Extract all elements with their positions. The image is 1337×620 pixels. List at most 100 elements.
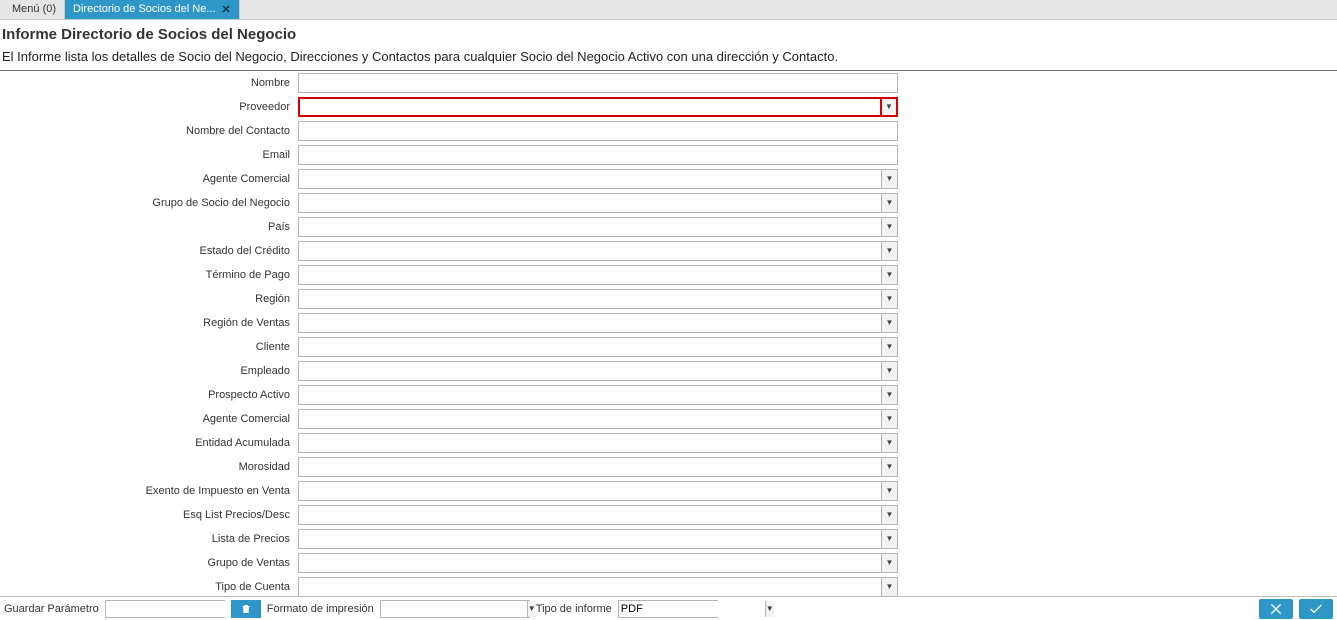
- combo-text[interactable]: [299, 170, 881, 188]
- chevron-down-icon[interactable]: ▼: [765, 601, 774, 617]
- form-row: Empleado▼: [0, 359, 1337, 383]
- form-row: Región ▼: [0, 287, 1337, 311]
- combo-input[interactable]: ▼: [298, 409, 898, 429]
- chevron-down-icon[interactable]: ▼: [881, 410, 897, 428]
- combo-text[interactable]: [299, 410, 881, 428]
- chevron-down-icon[interactable]: ▼: [881, 482, 897, 500]
- combo-input[interactable]: ▼: [298, 337, 898, 357]
- combo-text[interactable]: [299, 458, 881, 476]
- combo-input[interactable]: ▼: [298, 577, 898, 596]
- combo-input[interactable]: ▼: [298, 553, 898, 573]
- field-label: Nombre: [0, 77, 298, 89]
- field-label: Exento de Impuesto en Venta: [0, 485, 298, 497]
- combo-text[interactable]: [299, 386, 881, 404]
- combo-text[interactable]: [299, 434, 881, 452]
- page-description: El Informe lista los detalles de Socio d…: [2, 49, 1335, 64]
- combo-input[interactable]: ▼: [298, 289, 898, 309]
- text-input[interactable]: [298, 145, 898, 165]
- combo-input[interactable]: ▼: [298, 457, 898, 477]
- form-row: Entidad Acumulada ▼: [0, 431, 1337, 455]
- chevron-down-icon[interactable]: ▼: [527, 601, 536, 617]
- text-input[interactable]: [298, 121, 898, 141]
- chevron-down-icon[interactable]: ▼: [881, 386, 897, 404]
- footer-bar: Guardar Parámetro ▼ Formato de impresión…: [0, 596, 1337, 620]
- combo-input[interactable]: ▼: [298, 97, 898, 117]
- field-label: Grupo de Ventas: [0, 557, 298, 569]
- chevron-down-icon[interactable]: ▼: [881, 506, 897, 524]
- chevron-down-icon[interactable]: ▼: [881, 218, 897, 236]
- chevron-down-icon[interactable]: ▼: [881, 458, 897, 476]
- field-label: Región de Ventas: [0, 317, 298, 329]
- field-label: Región: [0, 293, 298, 305]
- tab-directorio[interactable]: Directorio de Socios del Ne... ✕: [65, 0, 240, 19]
- combo-text[interactable]: [299, 362, 881, 380]
- form-scroll-area[interactable]: NombreProveedor▼Nombre del ContactoEmail…: [0, 71, 1337, 596]
- combo-input[interactable]: ▼: [298, 265, 898, 285]
- chevron-down-icon[interactable]: ▼: [881, 290, 897, 308]
- chevron-down-icon[interactable]: ▼: [881, 578, 897, 596]
- form-row: Cliente▼: [0, 335, 1337, 359]
- combo-text[interactable]: [299, 482, 881, 500]
- combo-input[interactable]: ▼: [298, 385, 898, 405]
- combo-input[interactable]: ▼: [298, 241, 898, 261]
- chevron-down-icon[interactable]: ▼: [881, 338, 897, 356]
- combo-text[interactable]: [299, 530, 881, 548]
- combo-input[interactable]: ▼: [298, 529, 898, 549]
- combo-text[interactable]: [299, 554, 881, 572]
- field-label: Lista de Precios: [0, 533, 298, 545]
- form-row: Lista de Precios ▼: [0, 527, 1337, 551]
- form-row: Tipo de Cuenta▼: [0, 575, 1337, 596]
- combo-text[interactable]: [299, 218, 881, 236]
- combo-text[interactable]: [299, 506, 881, 524]
- report-type-input[interactable]: [619, 601, 765, 617]
- combo-text[interactable]: [299, 194, 881, 212]
- tab-bar: Menú (0) Directorio de Socios del Ne... …: [0, 0, 1337, 20]
- combo-text[interactable]: [299, 578, 881, 596]
- chevron-down-icon[interactable]: ▼: [881, 170, 897, 188]
- check-icon: [1308, 601, 1324, 617]
- chevron-down-icon[interactable]: ▼: [881, 242, 897, 260]
- form-row: Nombre: [0, 71, 1337, 95]
- ok-button[interactable]: [1299, 599, 1333, 619]
- chevron-down-icon[interactable]: ▼: [881, 266, 897, 284]
- combo-input[interactable]: ▼: [298, 193, 898, 213]
- combo-text[interactable]: [300, 99, 880, 115]
- form-row: Prospecto Activo▼: [0, 383, 1337, 407]
- combo-input[interactable]: ▼: [298, 217, 898, 237]
- print-format-input[interactable]: [381, 601, 527, 617]
- chevron-down-icon[interactable]: ▼: [881, 194, 897, 212]
- field-label: Entidad Acumulada: [0, 437, 298, 449]
- combo-input[interactable]: ▼: [298, 505, 898, 525]
- combo-input[interactable]: ▼: [298, 433, 898, 453]
- print-format-combo[interactable]: ▼: [380, 600, 530, 618]
- combo-input[interactable]: ▼: [298, 169, 898, 189]
- chevron-down-icon[interactable]: ▼: [881, 530, 897, 548]
- chevron-down-icon[interactable]: ▼: [881, 362, 897, 380]
- combo-text[interactable]: [299, 266, 881, 284]
- combo-input[interactable]: ▼: [298, 361, 898, 381]
- combo-input[interactable]: ▼: [298, 313, 898, 333]
- cancel-button[interactable]: [1259, 599, 1293, 619]
- field-label: Esq List Precios/Desc: [0, 509, 298, 521]
- form-row: Grupo de Socio del Negocio ▼: [0, 191, 1337, 215]
- text-input[interactable]: [298, 73, 898, 93]
- field-label: Grupo de Socio del Negocio: [0, 197, 298, 209]
- field-label: Proveedor: [0, 101, 298, 113]
- chevron-down-icon[interactable]: ▼: [881, 554, 897, 572]
- x-icon: [1268, 601, 1284, 617]
- tab-menu[interactable]: Menú (0): [4, 0, 65, 19]
- delete-parameter-button[interactable]: [231, 600, 261, 618]
- form-row: Término de Pago▼: [0, 263, 1337, 287]
- combo-text[interactable]: [299, 314, 881, 332]
- report-type-combo[interactable]: ▼: [618, 600, 718, 618]
- chevron-down-icon[interactable]: ▼: [880, 99, 896, 115]
- chevron-down-icon[interactable]: ▼: [881, 314, 897, 332]
- combo-text[interactable]: [299, 242, 881, 260]
- close-icon[interactable]: ✕: [221, 3, 230, 16]
- combo-text[interactable]: [299, 290, 881, 308]
- form-row: Esq List Precios/Desc ▼: [0, 503, 1337, 527]
- combo-input[interactable]: ▼: [298, 481, 898, 501]
- combo-text[interactable]: [299, 338, 881, 356]
- save-parameter-combo[interactable]: ▼: [105, 600, 225, 618]
- chevron-down-icon[interactable]: ▼: [881, 434, 897, 452]
